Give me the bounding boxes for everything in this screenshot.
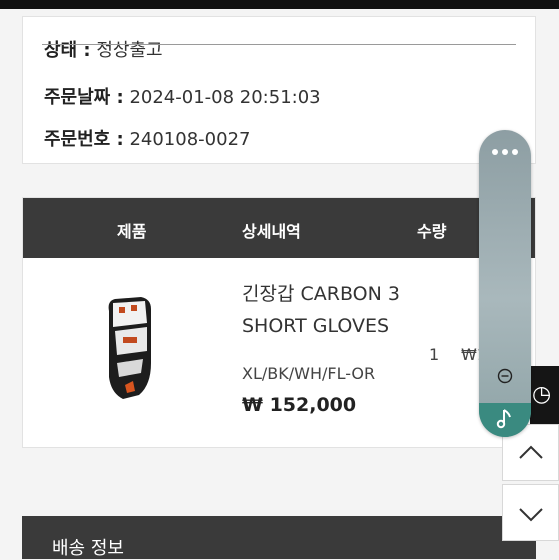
chevron-down-icon — [519, 508, 543, 522]
order-date-label: 주문날짜 : — [44, 87, 124, 108]
order-number-label: 주문번호 : — [44, 129, 124, 150]
product-name-line2: SHORT GLOVES — [242, 315, 390, 337]
divider-line — [42, 44, 516, 45]
floating-media-panel[interactable] — [479, 130, 531, 437]
more-dots-icon[interactable] — [491, 148, 519, 156]
header-quantity: 수량 — [417, 222, 447, 241]
product-price: ₩ 152,000 — [242, 394, 357, 416]
top-bar — [0, 0, 559, 9]
side-tab[interactable]: ◷ — [530, 366, 559, 426]
header-details: 상세내역 — [242, 222, 301, 241]
order-date-row: 주문날짜 : 2024-01-08 20:51:03 — [44, 83, 321, 109]
product-option: XL/BK/WH/FL-OR — [242, 364, 376, 383]
table-header: 제품 상세내역 수량 — [23, 198, 535, 258]
clock-icon: ◷ — [532, 382, 552, 407]
order-items-card: 제품 상세내역 수량 긴장갑 CARBON 3 SHORT GLOVES XL/… — [22, 197, 536, 448]
product-glove-image[interactable] — [101, 293, 157, 405]
product-quantity: 1 — [429, 345, 440, 364]
shipping-info-bar[interactable]: 배송 정보 — [22, 516, 536, 559]
scroll-down-button[interactable] — [502, 484, 559, 541]
header-product: 제품 — [117, 222, 147, 241]
order-status-row: 상태 : 정상출고 — [44, 36, 163, 62]
order-number-value: 240108-0027 — [129, 129, 251, 150]
music-note-icon — [496, 409, 511, 429]
shipping-info-title: 배송 정보 — [52, 538, 124, 559]
order-number-row: 주문번호 : 240108-0027 — [44, 125, 250, 151]
music-button[interactable] — [479, 403, 531, 437]
minus-circle-icon[interactable] — [497, 368, 513, 384]
product-name[interactable]: 긴장갑 CARBON 3 SHORT GLOVES — [242, 278, 442, 342]
order-date-value: 2024-01-08 20:51:03 — [129, 87, 321, 108]
product-name-line1: 긴장갑 CARBON 3 — [242, 283, 400, 305]
